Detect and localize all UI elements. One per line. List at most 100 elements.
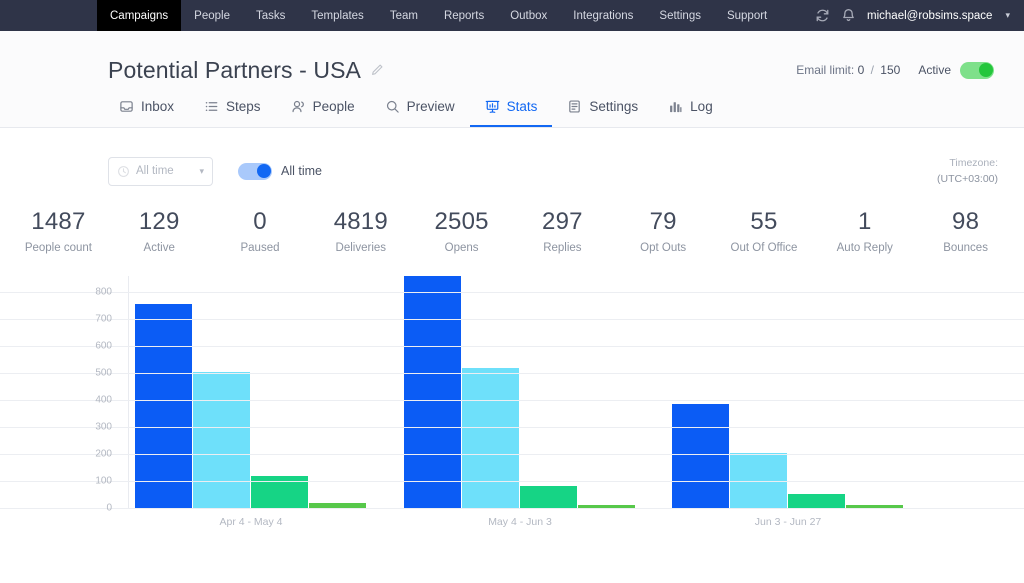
- kpi-value: 129: [109, 206, 210, 238]
- gridline: [0, 508, 1024, 509]
- refresh-icon[interactable]: [815, 8, 830, 23]
- user-email-label[interactable]: michael@robsims.space: [867, 10, 992, 22]
- search-icon: [385, 99, 400, 114]
- tab-settings[interactable]: Settings: [552, 87, 653, 127]
- bell-icon[interactable]: [841, 8, 856, 23]
- y-axis-tick: 800: [60, 286, 120, 297]
- topnav-item-people[interactable]: People: [181, 0, 243, 31]
- campaign-tabs: Inbox Steps People Preview Stats Settings Log: [0, 87, 1024, 127]
- kpi-replies: 297 Replies: [512, 206, 613, 254]
- tab-people[interactable]: People: [276, 87, 370, 127]
- bar-deliveries-1[interactable]: [135, 304, 192, 508]
- chevron-down-icon: ▾: [199, 166, 204, 177]
- gridline: [0, 427, 1024, 428]
- kpi-value: 297: [512, 206, 613, 238]
- y-axis-tick: 400: [60, 394, 120, 405]
- all-time-toggle[interactable]: [238, 163, 272, 180]
- stats-bar-chart: 0100200300400500600700800 Apr 4 - May 4M…: [0, 276, 1024, 546]
- tab-label: Settings: [589, 99, 638, 114]
- kpi-label: Active: [109, 242, 210, 254]
- topnav-item-settings[interactable]: Settings: [646, 0, 714, 31]
- all-time-toggle-group: All time: [238, 163, 322, 180]
- kpi-value: 55: [714, 206, 815, 238]
- bar-replies-3[interactable]: [788, 494, 845, 508]
- topnav-item-templates[interactable]: Templates: [298, 0, 376, 31]
- bar-replies-2[interactable]: [520, 486, 577, 508]
- kpi-value: 1487: [8, 206, 109, 238]
- gridline: [0, 292, 1024, 293]
- tab-stats[interactable]: Stats: [470, 87, 553, 127]
- x-axis-label: May 4 - Jun 3: [488, 516, 552, 528]
- top-nav-right-cluster: michael@robsims.space ▾: [815, 0, 1024, 31]
- date-range-value: All time: [136, 165, 174, 177]
- kpi-label: Auto Reply: [814, 242, 915, 254]
- kpi-paused: 0Paused: [210, 206, 311, 254]
- kpi-label: Out Of Office: [714, 242, 815, 254]
- kpi-opt-outs: 79Opt Outs: [613, 206, 714, 254]
- kpi-value: 98: [915, 206, 1016, 238]
- kpi-label: Opens: [411, 242, 512, 254]
- kpi-label: Replies: [512, 242, 613, 254]
- email-limit-total: 150: [880, 63, 900, 77]
- tab-inbox[interactable]: Inbox: [104, 87, 189, 127]
- bar-deliveries-2[interactable]: [404, 276, 461, 508]
- gridline: [0, 319, 1024, 320]
- topnav-item-tasks[interactable]: Tasks: [243, 0, 298, 31]
- bar-deliveries-3[interactable]: [672, 404, 729, 508]
- chart-plot-area: 0100200300400500600700800: [0, 276, 1024, 508]
- tab-preview[interactable]: Preview: [370, 87, 470, 127]
- tab-label: Inbox: [141, 99, 174, 114]
- campaign-active-toggle[interactable]: [960, 62, 994, 79]
- kpi-out-of-office: 55 Out Of Office: [714, 206, 815, 254]
- y-axis-tick: 300: [60, 421, 120, 432]
- toggle-knob: [257, 164, 271, 178]
- topnav-item-outbox[interactable]: Outbox: [497, 0, 560, 31]
- kpi-opens: 2505 Opens: [411, 206, 512, 254]
- tab-label: Preview: [407, 99, 455, 114]
- gridline: [0, 400, 1024, 401]
- clock-icon: [117, 165, 130, 178]
- kpi-value: 2505: [411, 206, 512, 238]
- x-axis-label: Apr 4 - May 4: [219, 516, 282, 528]
- pencil-icon[interactable]: [370, 63, 384, 77]
- kpi-label: Bounces: [915, 242, 1016, 254]
- y-axis-tick: 200: [60, 448, 120, 459]
- presentation-chart-icon: [485, 99, 500, 114]
- x-axis-label: Jun 3 - Jun 27: [755, 516, 822, 528]
- topnav-item-team[interactable]: Team: [377, 0, 431, 31]
- y-axis-tick: 500: [60, 367, 120, 378]
- all-time-toggle-label: All time: [281, 164, 322, 178]
- filter-bar: All time ▾ All time Timezone: (UTC+03:00…: [0, 128, 1024, 188]
- page-title: Potential Partners - USA: [108, 57, 361, 84]
- bar-opens-2[interactable]: [462, 368, 519, 508]
- topnav-item-integrations[interactable]: Integrations: [560, 0, 646, 31]
- timezone-info: Timezone: (UTC+03:00): [937, 155, 1000, 188]
- kpi-label: People count: [8, 242, 109, 254]
- y-axis-tick: 0: [60, 502, 120, 513]
- kpi-summary-row: 1487People count129Active0Paused4819Deli…: [0, 188, 1024, 254]
- tab-steps[interactable]: Steps: [189, 87, 276, 127]
- kpi-bounces: 98 Bounces: [915, 206, 1016, 254]
- topnav-item-campaigns[interactable]: Campaigns: [97, 0, 181, 31]
- bar-opens-1[interactable]: [193, 372, 250, 508]
- people-icon: [291, 99, 306, 114]
- gridline: [0, 373, 1024, 374]
- document-settings-icon: [567, 99, 582, 114]
- header-status-cluster: Email limit: 0 / 150 Active: [796, 62, 1000, 79]
- date-range-select[interactable]: All time ▾: [108, 157, 213, 186]
- tab-label: Steps: [226, 99, 261, 114]
- tab-log[interactable]: Log: [653, 87, 728, 127]
- campaign-header: Potential Partners - USA Email limit: 0 …: [0, 31, 1024, 128]
- y-axis-tick: 700: [60, 313, 120, 324]
- topnav-item-support[interactable]: Support: [714, 0, 780, 31]
- bar-chart-icon: [668, 99, 683, 114]
- list-icon: [204, 99, 219, 114]
- chevron-down-icon[interactable]: ▾: [1005, 10, 1010, 21]
- kpi-value: 1: [814, 206, 915, 238]
- topnav-item-reports[interactable]: Reports: [431, 0, 497, 31]
- kpi-active: 129 Active: [109, 206, 210, 254]
- toggle-knob: [979, 63, 993, 77]
- timezone-value: (UTC+03:00): [937, 171, 998, 187]
- email-limit-separator: /: [868, 63, 877, 77]
- tab-label: Log: [690, 99, 713, 114]
